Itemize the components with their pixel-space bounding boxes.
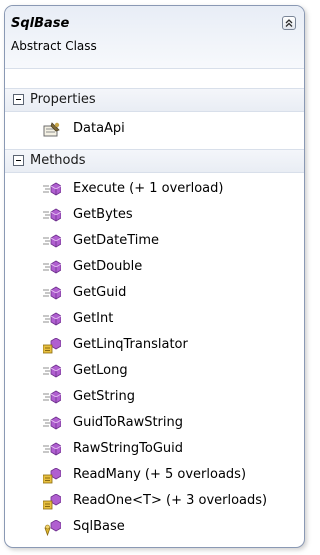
method-label: GetLinqTranslator [73, 337, 188, 352]
collapse-methods-toggle[interactable] [13, 155, 24, 166]
method-icon [43, 416, 61, 430]
methods-compartment-header[interactable]: Methods [5, 149, 304, 173]
property-label: DataApi [73, 121, 125, 136]
method-item[interactable]: GetString [43, 387, 300, 409]
method-item[interactable]: RawStringToGuid [43, 439, 300, 461]
method-icon [43, 182, 61, 196]
method-icon [43, 208, 61, 222]
property-icon [43, 122, 60, 137]
method-label: SqlBase [73, 519, 125, 534]
protected-method-icon [43, 338, 61, 354]
method-label: RawStringToGuid [73, 441, 184, 456]
method-item[interactable]: GetLong [43, 361, 300, 383]
class-kind: Abstract Class [11, 39, 97, 53]
chevron-up-double-icon [285, 19, 293, 27]
class-header[interactable]: SqlBase Abstract Class [5, 6, 304, 69]
method-icon [43, 234, 61, 248]
method-icon [43, 312, 61, 326]
method-item[interactable]: GetBytes [43, 205, 300, 227]
method-item[interactable]: ReadOne<T> (+ 3 overloads) [43, 491, 300, 513]
method-label: ReadMany (+ 5 overloads) [73, 467, 247, 482]
method-item[interactable]: ReadMany (+ 5 overloads) [43, 465, 300, 487]
class-name: SqlBase [11, 16, 70, 31]
collapse-properties-toggle[interactable] [13, 94, 24, 105]
method-label: GetString [73, 389, 135, 404]
method-label: GetLong [73, 363, 128, 378]
method-icon [43, 442, 61, 456]
constructor-icon [44, 520, 61, 536]
properties-compartment-header[interactable]: Properties [5, 88, 304, 112]
method-item[interactable]: GetInt [43, 309, 300, 331]
method-label: ReadOne<T> (+ 3 overloads) [73, 493, 268, 508]
method-label: Execute (+ 1 overload) [73, 181, 224, 196]
method-label: GetBytes [73, 207, 133, 222]
method-icon [43, 286, 61, 300]
collapse-shape-button[interactable] [282, 16, 296, 30]
class-shape[interactable]: SqlBase Abstract Class Properties DataAp… [4, 5, 305, 548]
method-label: GetDateTime [73, 233, 160, 248]
method-icon [43, 390, 61, 404]
method-label: GetInt [73, 311, 114, 326]
method-item[interactable]: SqlBase [43, 517, 300, 539]
methods-label: Methods [30, 153, 86, 168]
method-item[interactable]: Execute (+ 1 overload) [43, 179, 300, 201]
method-icon [43, 364, 61, 378]
method-item[interactable]: GetGuid [43, 283, 300, 305]
method-icon [43, 260, 61, 274]
protected-method-icon [43, 468, 61, 484]
protected-method-icon [43, 494, 61, 510]
method-item[interactable]: GetDateTime [43, 231, 300, 253]
method-item[interactable]: GetLinqTranslator [43, 335, 300, 357]
property-item-dataapi[interactable]: DataApi [43, 119, 300, 141]
method-label: GetDouble [73, 259, 143, 274]
method-item[interactable]: GetDouble [43, 257, 300, 279]
method-label: GetGuid [73, 285, 127, 300]
method-item[interactable]: GuidToRawString [43, 413, 300, 435]
method-label: GuidToRawString [73, 415, 184, 430]
properties-label: Properties [30, 92, 96, 107]
